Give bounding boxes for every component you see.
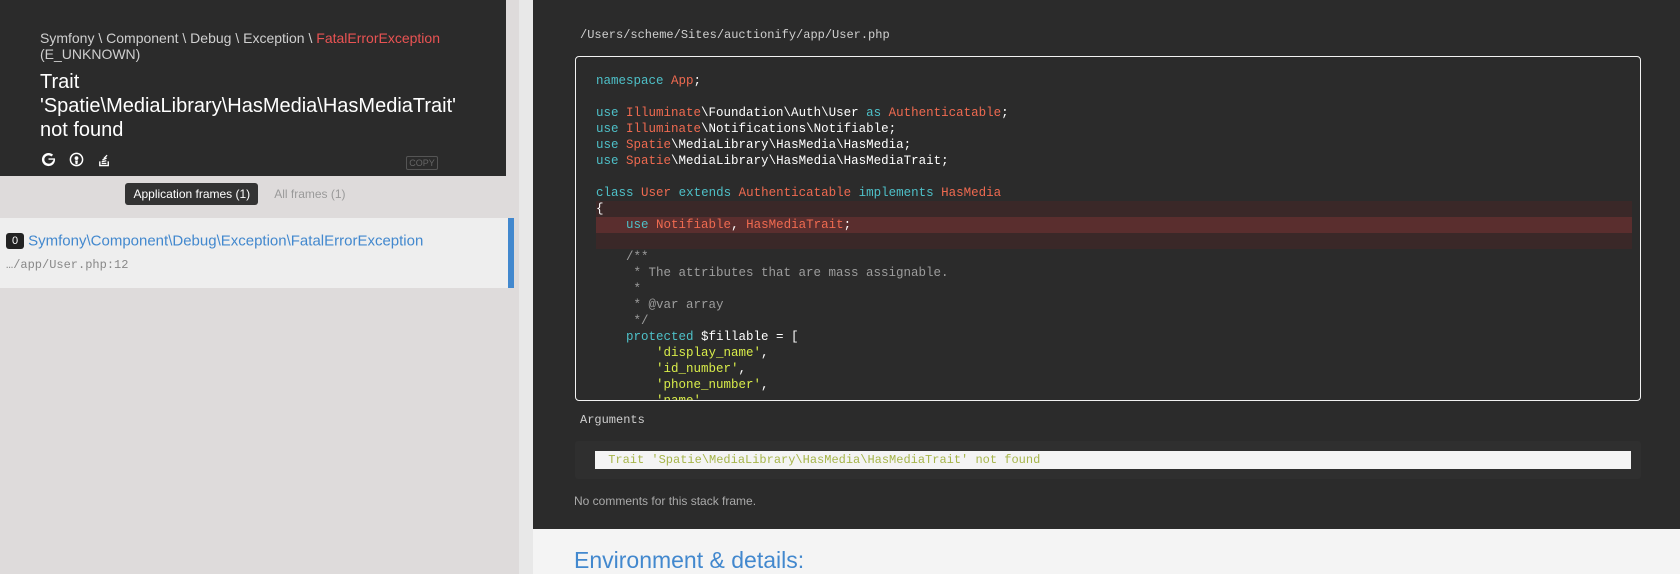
duckduckgo-icon[interactable] [68, 151, 84, 167]
exception-code: (E_UNKNOWN) [40, 46, 141, 62]
file-path: /Users/scheme/Sites/auctionify/app/User.… [580, 28, 890, 42]
copy-button[interactable]: COPY [406, 156, 438, 170]
exception-message-line: Trait [40, 71, 80, 93]
google-icon[interactable] [40, 151, 56, 167]
arguments-label: Arguments [580, 413, 645, 427]
stackoverflow-icon[interactable] [96, 151, 112, 167]
code-line: class User extends Authenticatable imple… [596, 186, 1002, 200]
details-panel: /Users/scheme/Sites/auctionify/app/User.… [533, 0, 1680, 574]
arguments-box: Trait 'Spatie\MediaLibrary\HasMedia\HasM… [575, 441, 1641, 479]
no-comments-text: No comments for this stack frame. [574, 494, 757, 508]
code-line: 'id_number', [656, 362, 747, 376]
code-line: protected $fillable = [ [626, 330, 799, 344]
code-block: namespace App; use Illuminate\Foundation… [575, 56, 1641, 401]
code-line: use Spatie\MediaLibrary\HasMedia\HasMedi… [596, 154, 949, 168]
code-line: * The attributes that are mass assignabl… [596, 266, 949, 280]
tab-all-frames[interactable]: All frames (1) [266, 183, 353, 205]
search-links [40, 151, 112, 167]
code-line-error: use Notifiable, HasMediaTrait; [626, 218, 852, 232]
environment-title: Environment & details: [574, 547, 805, 573]
code-line: use Illuminate\Notifications\Notifiable; [596, 122, 897, 136]
panel-divider [519, 0, 533, 574]
exception-header: Symfony \ Component \ Debug \ Exception … [0, 0, 506, 176]
code-line: use Spatie\MediaLibrary\HasMedia\HasMedi… [596, 138, 912, 152]
exception-message-line: not found [40, 119, 124, 141]
code-line: use Illuminate\Foundation\Auth\User as A… [596, 106, 1009, 120]
exception-namespace: Symfony \ Component \ Debug \ Exception … [40, 30, 317, 46]
code-line: 'phone_number', [656, 378, 769, 392]
frames-tabs: Application frames (1) All frames (1) [0, 176, 519, 212]
code-line: */ [596, 314, 649, 328]
code-line: * @var array [596, 298, 724, 312]
frame-item[interactable]: 0 Symfony\Component\Debug\Exception\Fatal… [0, 218, 514, 288]
argument-value: Trait 'Spatie\MediaLibrary\HasMedia\HasM… [595, 451, 1631, 469]
exception-message: Trait 'Spatie\MediaLibrary\HasMedia\HasM… [40, 70, 466, 142]
tab-application-frames[interactable]: Application frames (1) [125, 183, 259, 205]
exception-message-line: 'Spatie\MediaLibrary\HasMedia\HasMediaTr… [40, 95, 456, 117]
code-line: namespace App; [596, 74, 702, 88]
frame-class: Symfony\Component\Debug\Exception\FatalE… [28, 232, 424, 250]
code-line: { [596, 202, 604, 216]
code-line: 'display_name', [656, 346, 769, 360]
code-line: 'name', [656, 394, 709, 401]
exception-class-name: FatalErrorException [316, 30, 440, 46]
code-line: * [596, 282, 642, 296]
code-line: /** [596, 250, 649, 264]
stack-panel: Symfony \ Component \ Debug \ Exception … [0, 0, 519, 574]
frame-index: 0 [6, 232, 25, 249]
exception-class: Symfony \ Component \ Debug \ Exception … [40, 30, 466, 47]
frame-code-section: /Users/scheme/Sites/auctionify/app/User.… [533, 0, 1680, 529]
frame-file: …/app/User.php:12 [6, 258, 129, 272]
